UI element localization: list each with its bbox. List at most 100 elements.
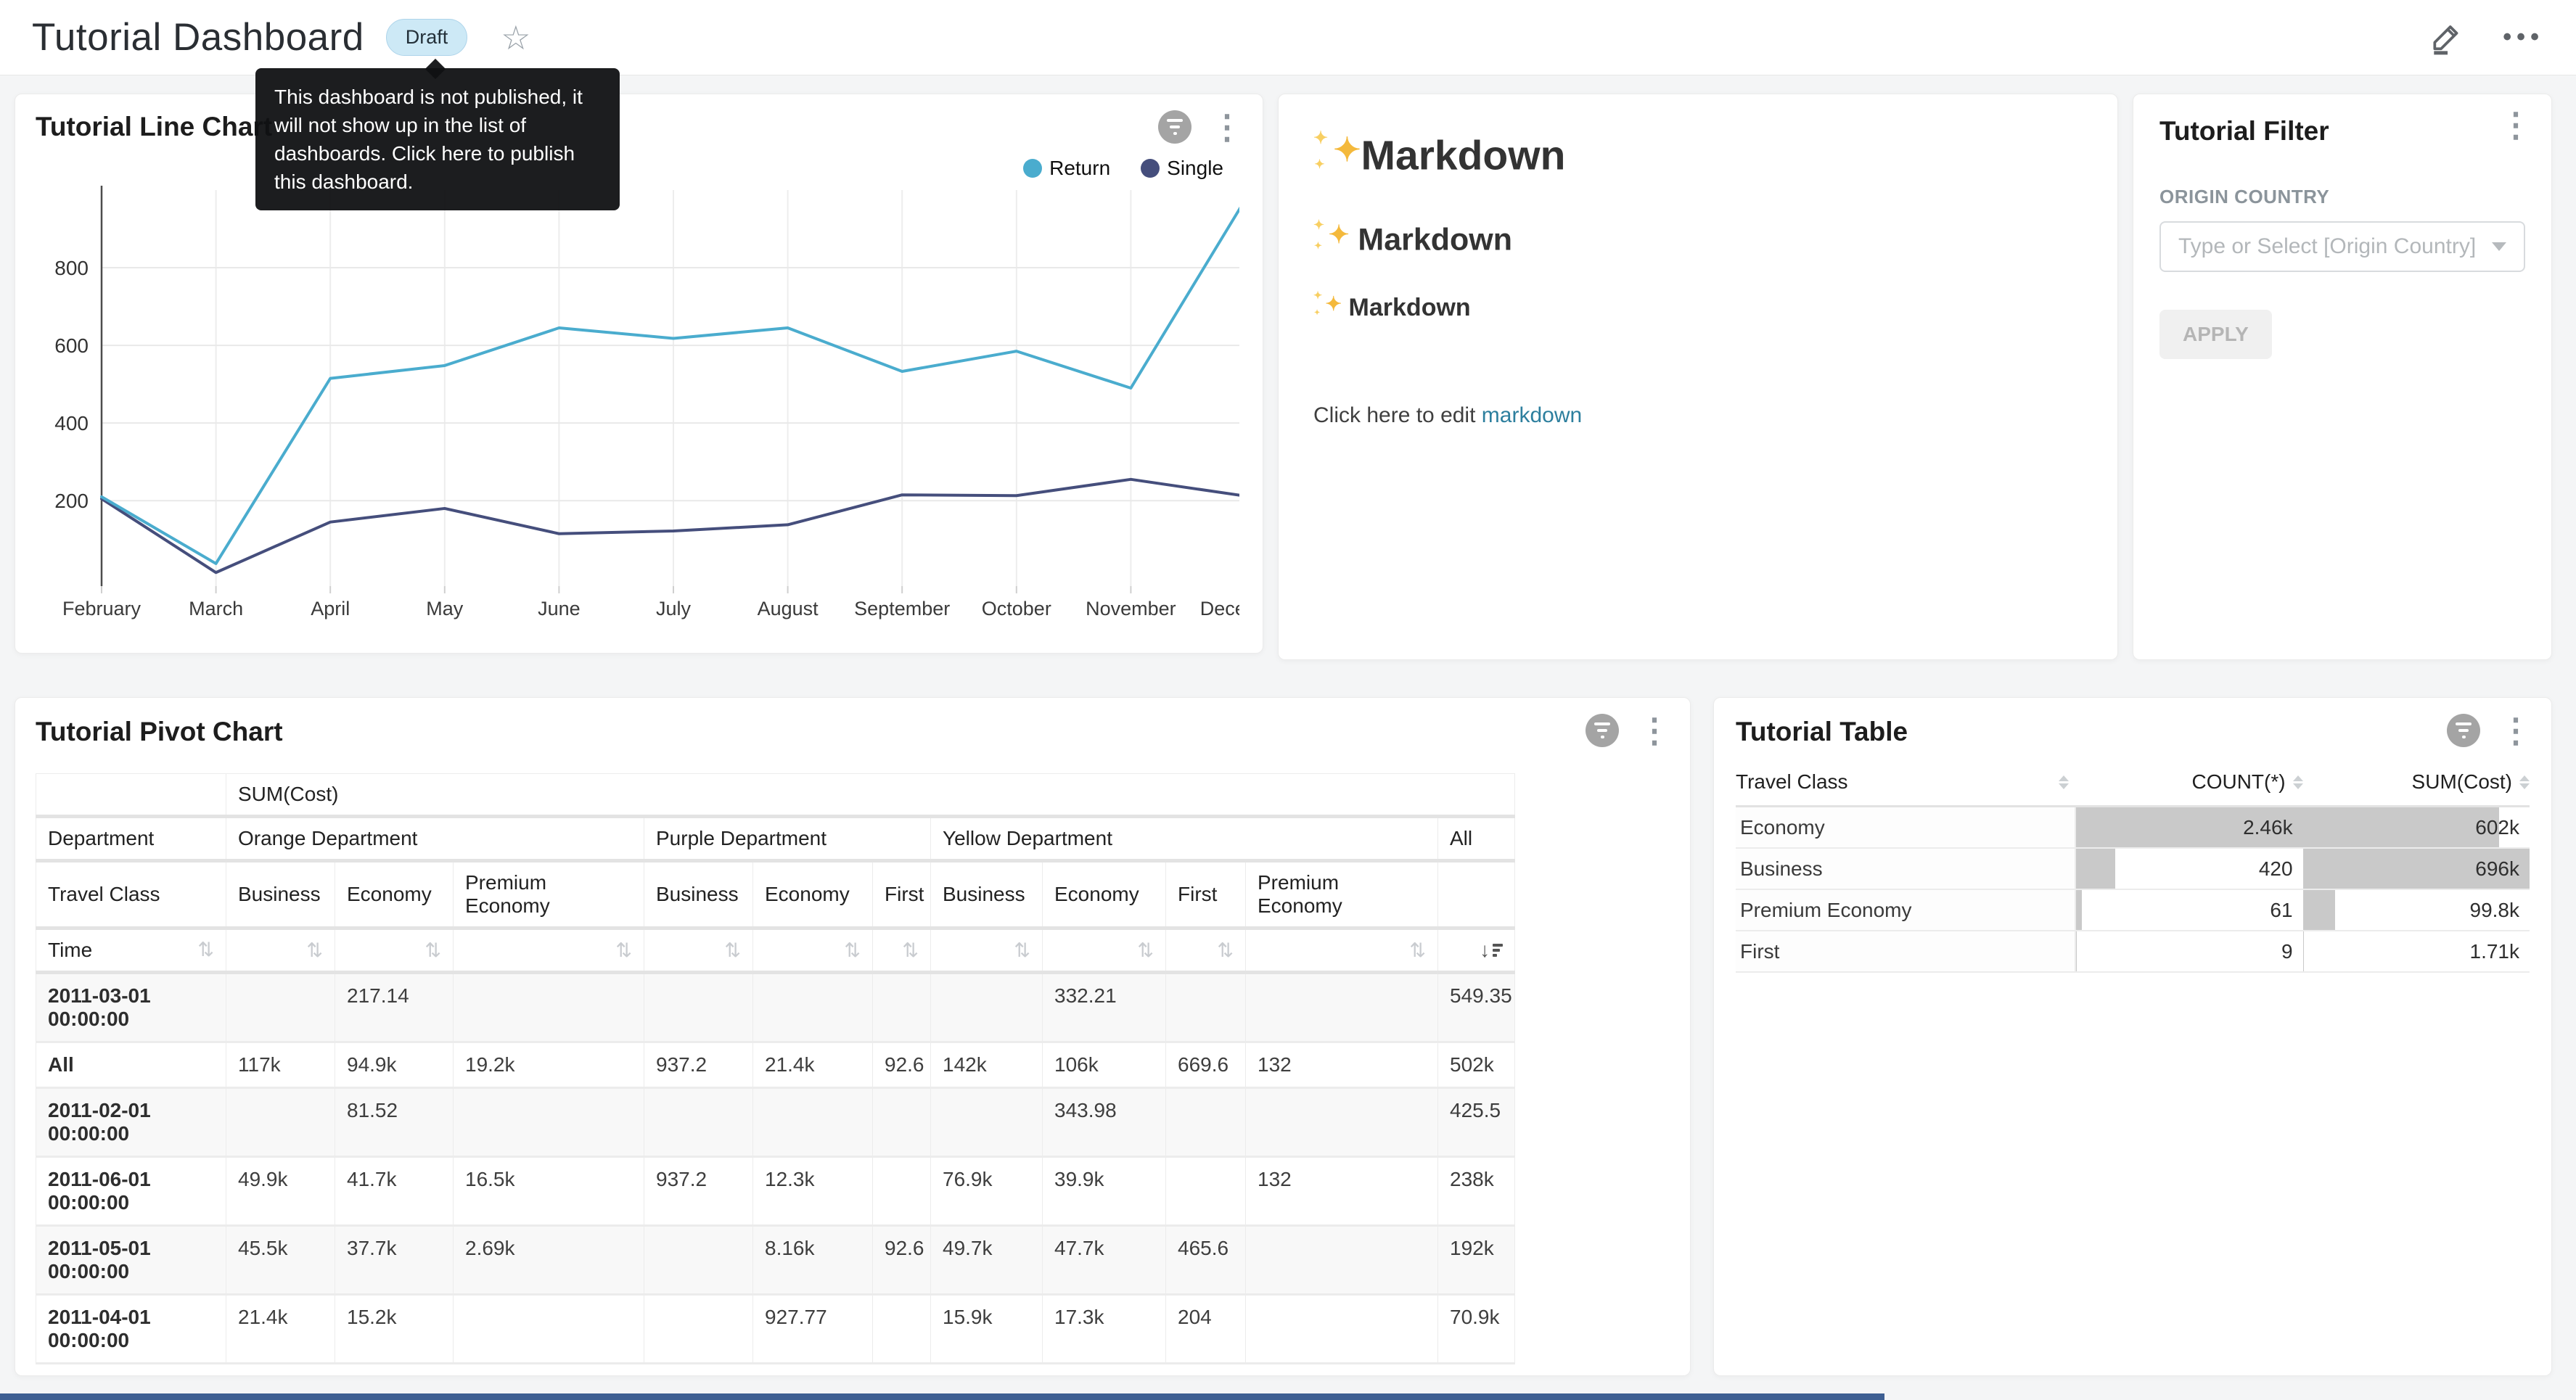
legend-item-single[interactable]: Single (1141, 157, 1223, 180)
sort-icon[interactable]: ⇅ (902, 939, 919, 962)
pivot-value-cell: 39.9k (1043, 1157, 1166, 1226)
count-value: 420 (2259, 857, 2293, 881)
pivot-row: 2011-04-01 00:00:0021.4k15.2k927.7715.9k… (36, 1295, 1515, 1364)
pivot-value-cell: 21.4k (753, 1042, 873, 1088)
filter-kebab-menu-icon[interactable]: ⋮ (2499, 110, 2532, 139)
markdown-edit-link[interactable]: markdown (1482, 403, 1582, 427)
dashboard-page: Tutorial Dashboard Draft ☆ ••• This dash… (0, 0, 2576, 1400)
sort-descending-icon[interactable]: ↓ (1480, 939, 1503, 962)
table-column-header-travel-class[interactable]: Travel Class (1736, 770, 2076, 794)
pivot-metric-header: SUM(Cost) (226, 774, 1515, 817)
pivot-time-cell: 2011-04-01 00:00:00 (36, 1295, 226, 1364)
count-value: 9 (2281, 940, 2293, 963)
legend-item-return[interactable]: Return (1023, 157, 1110, 180)
table-column-header-sum-cost[interactable]: SUM(Cost) (2303, 770, 2530, 794)
sort-carets-icon[interactable] (2059, 775, 2069, 789)
pivot-value-cell: 132 (1246, 1042, 1438, 1088)
pivot-value-cell (644, 1295, 753, 1364)
edit-dashboard-icon[interactable] (2429, 20, 2465, 56)
pivot-value-cell (873, 1295, 931, 1364)
travel-class-cell: Business (1736, 849, 2076, 889)
pivot-time-cell: All (36, 1042, 226, 1088)
pivot-value-cell (454, 1295, 644, 1364)
pivot-kebab-menu-icon[interactable]: ⋮ (1638, 716, 1671, 745)
sort-icon[interactable]: ⇅ (1409, 939, 1426, 962)
pivot-value-cell: 106k (1043, 1042, 1166, 1088)
pivot-travel-class-header: Economy (753, 861, 873, 928)
origin-country-select[interactable]: Type or Select [Origin Country] (2159, 221, 2525, 272)
cross-filter-icon[interactable] (1586, 714, 1619, 747)
pivot-value-cell (226, 973, 335, 1042)
sort-icon[interactable]: ⇅ (615, 939, 632, 962)
svg-text:November: November (1086, 598, 1176, 619)
svg-text:May: May (426, 598, 464, 619)
pivot-value-cell (1246, 1226, 1438, 1295)
pivot-value-cell: 92.6 (873, 1042, 931, 1088)
tutorial-table-card: Tutorial Table ⋮ Travel ClassCOUNT(*)SUM… (1713, 697, 2552, 1376)
cross-filter-icon[interactable] (1158, 110, 1191, 144)
sort-icon[interactable]: ⇅ (1217, 939, 1234, 962)
sort-icon[interactable]: ⇅ (1014, 939, 1030, 962)
more-actions-icon[interactable]: ••• (2503, 23, 2544, 52)
pivot-row: 2011-05-01 00:00:0045.5k37.7k2.69k8.16k9… (36, 1226, 1515, 1295)
count-bar (2076, 849, 2114, 889)
pivot-value-cell: 217.14 (335, 973, 454, 1042)
chart-kebab-menu-icon[interactable]: ⋮ (1210, 112, 1244, 141)
cross-filter-icon[interactable] (2447, 714, 2480, 747)
sort-carets-icon[interactable] (2519, 775, 2530, 789)
pivot-time-cell: 2011-03-01 00:00:00 (36, 973, 226, 1042)
line-chart-svg[interactable]: 200400600800FebruaryMarchAprilMayJuneJul… (31, 180, 1239, 633)
draft-badge[interactable]: Draft (386, 19, 468, 56)
pivot-value-cell: 669.6 (1166, 1042, 1246, 1088)
sort-icon[interactable]: ⇅ (197, 939, 214, 961)
apply-button[interactable]: APPLY (2159, 310, 2272, 359)
pivot-value-cell: 204 (1166, 1295, 1246, 1364)
table-row: Business420696k (1736, 849, 2530, 890)
pivot-sort-header: ⇅ (1043, 928, 1166, 973)
sort-carets-icon[interactable] (2293, 775, 2303, 789)
count-cell: 9 (2076, 931, 2302, 971)
header-actions: ••• (2429, 20, 2544, 56)
sort-icon[interactable]: ⇅ (724, 939, 741, 962)
pivot-value-cell (1166, 1157, 1246, 1226)
pivot-value-cell: 16.5k (454, 1157, 644, 1226)
favorite-star-icon[interactable]: ☆ (501, 21, 530, 54)
pivot-travel-class-header: Economy (335, 861, 454, 928)
pivot-value-cell: 937.2 (644, 1042, 753, 1088)
sort-icon[interactable]: ⇅ (1137, 939, 1154, 962)
pivot-value-cell: 927.77 (753, 1295, 873, 1364)
pivot-value-cell (753, 973, 873, 1042)
pivot-sort-header: ⇅ (644, 928, 753, 973)
pivot-travel-class-header: Premium Economy (1246, 861, 1438, 928)
pivot-travel-class-label: Travel Class (36, 861, 226, 928)
pivot-value-cell: 238k (1438, 1157, 1515, 1226)
bottom-accent-bar (0, 1393, 1884, 1400)
sort-icon[interactable]: ⇅ (306, 939, 323, 962)
pivot-chart-title: Tutorial Pivot Chart (36, 717, 283, 746)
count-cell: 2.46k (2076, 807, 2302, 847)
svg-text:October: October (982, 598, 1051, 619)
svg-text:September: September (854, 598, 950, 619)
pivot-time-header: Time⇅ (36, 928, 226, 973)
column-label: SUM(Cost) (2412, 770, 2512, 794)
table-kebab-menu-icon[interactable]: ⋮ (2499, 716, 2532, 745)
sum-bar (2303, 931, 2304, 971)
pivot-value-cell: 8.16k (753, 1226, 873, 1295)
table-column-header-count[interactable]: COUNT(*) (2076, 770, 2302, 794)
sort-icon[interactable]: ⇅ (844, 939, 861, 962)
pivot-sort-header: ⇅ (1246, 928, 1438, 973)
pivot-value-cell: 49.7k (931, 1226, 1043, 1295)
publish-tooltip[interactable]: This dashboard is not published, it will… (255, 68, 620, 210)
sort-icon[interactable]: ⇅ (424, 939, 441, 962)
pivot-card-actions: ⋮ (1586, 714, 1671, 747)
travel-class-cell: Premium Economy (1736, 890, 2076, 930)
line-series-return (102, 199, 1239, 564)
svg-text:200: 200 (54, 490, 89, 512)
pivot-value-cell (644, 1088, 753, 1157)
pivot-value-cell: 192k (1438, 1226, 1515, 1295)
pivot-value-cell: 41.7k (335, 1157, 454, 1226)
origin-country-label: ORIGIN COUNTRY (2159, 186, 2525, 208)
sparkles-icon: ✦✦✦ (1313, 221, 1349, 252)
pivot-travel-class-header: Economy (1043, 861, 1166, 928)
pivot-value-cell (753, 1088, 873, 1157)
